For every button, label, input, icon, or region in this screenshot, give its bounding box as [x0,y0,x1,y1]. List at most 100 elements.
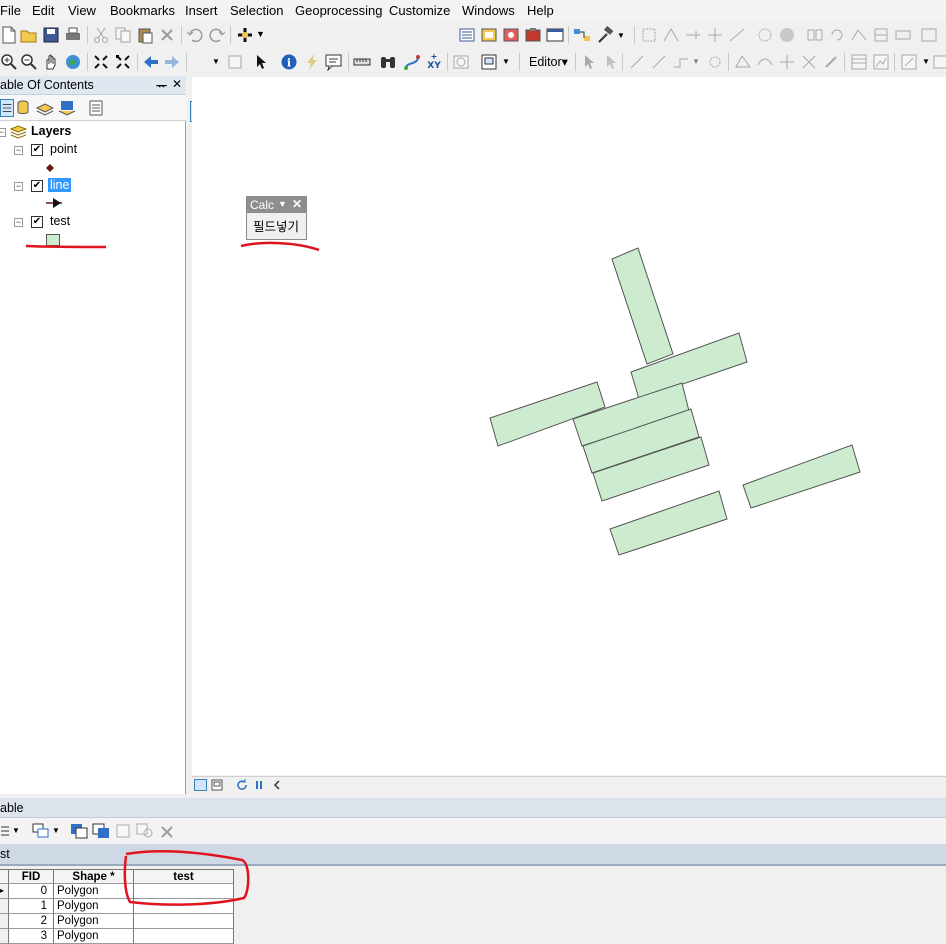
table-cell-fid[interactable]: 2 [9,914,54,929]
edit-vertices-icon[interactable] [734,53,752,71]
sketch-properties-icon[interactable] [872,53,890,71]
open-folder-icon[interactable] [20,26,38,44]
layout-view-icon[interactable] [211,779,223,791]
clear-selection-icon[interactable] [116,823,130,839]
cut-icon[interactable] [92,26,110,44]
reshape-icon[interactable] [850,26,868,44]
calc-field-button[interactable]: 필드넣기 [253,216,299,235]
line-layer-name[interactable]: line [48,178,72,192]
edit-tool-icon[interactable] [580,53,598,71]
switch-selection-icon[interactable] [92,823,110,839]
menu-edit[interactable]: Edit [32,3,54,18]
toolbar-overflow-icon[interactable]: ▼ [922,57,930,66]
table-tab-test[interactable]: st [0,847,10,861]
arctoolbox-icon[interactable] [524,26,542,44]
select-elements-arrow-icon[interactable] [252,53,270,71]
html-popup-icon[interactable] [325,53,343,71]
paste-icon[interactable] [136,26,154,44]
table-cell-shape[interactable]: Polygon [54,914,134,929]
line-layer-visibility-checkbox[interactable]: ✔ [31,180,43,192]
list-by-visibility-icon[interactable] [36,99,54,117]
chevron-down-icon[interactable]: ▼ [502,57,510,66]
clear-selection-icon[interactable] [226,53,244,71]
menu-selection[interactable]: Selection [230,3,283,18]
copy-icon[interactable] [114,26,132,44]
go-to-xy-icon[interactable]: XY [425,53,443,71]
chevron-down-icon[interactable]: ▼ [212,57,220,66]
chevron-down-icon[interactable]: ▼ [278,199,287,209]
zoom-in-icon[interactable] [0,53,18,71]
new-document-icon[interactable] [0,26,18,44]
menu-help[interactable]: Help [527,3,554,18]
calc-toolbar-titlebar[interactable]: Calc ▼ ✕ [247,197,306,213]
reshape-feature-icon[interactable] [756,53,774,71]
redo-icon[interactable] [208,26,226,44]
merge-icon[interactable] [894,26,912,44]
time-slider-icon[interactable] [452,53,470,71]
go-back-arrow-icon[interactable] [142,53,160,71]
rotate-tool-icon[interactable] [828,26,846,44]
vertex-edit-icon[interactable] [662,26,680,44]
find-binoculars-icon[interactable] [379,53,397,71]
row-selector-header[interactable] [0,869,9,884]
related-tables-icon[interactable] [32,823,50,839]
table-of-contents-icon[interactable] [458,26,476,44]
python-window-icon[interactable] [546,26,564,44]
menu-customize[interactable]: Customize [389,3,450,18]
list-by-source-icon[interactable] [14,99,32,117]
toolbar-overflow-icon[interactable]: ▼ [617,31,625,40]
map-view[interactable] [192,77,946,775]
save-icon[interactable] [42,26,60,44]
chevron-down-icon[interactable]: ▼ [12,826,20,835]
menu-view[interactable]: View [68,3,96,18]
fixed-zoom-in-icon[interactable] [92,53,110,71]
chevron-down-icon[interactable]: ▼ [256,29,265,39]
delete-icon[interactable] [158,26,176,44]
point-layer-visibility-checkbox[interactable]: ✔ [31,144,43,156]
menu-windows[interactable]: Windows [462,3,515,18]
scroll-left-icon[interactable] [272,779,282,791]
union-icon[interactable] [920,26,938,44]
zoom-out-icon[interactable] [20,53,38,71]
zoom-to-selected-icon[interactable] [136,823,154,839]
test-layer-collapse-toggle[interactable]: − [14,218,23,227]
add-data-icon[interactable] [236,26,254,44]
close-icon[interactable]: ✕ [292,197,302,211]
fixed-zoom-out-icon[interactable] [114,53,132,71]
search-window-icon[interactable] [502,26,520,44]
pause-drawing-icon[interactable] [254,779,264,791]
chevron-down-icon[interactable]: ▼ [692,57,700,66]
layers-root-label[interactable]: Layers [31,124,71,138]
menu-insert[interactable]: Insert [185,3,218,18]
more-tools-icon[interactable] [932,53,946,71]
hyperlink-lightning-icon[interactable] [303,53,321,71]
test-layer-name[interactable]: test [50,214,70,228]
table-cell-test[interactable] [134,914,234,929]
topology-tool-icon[interactable] [640,26,658,44]
catalog-icon[interactable] [480,26,498,44]
table-cell-fid[interactable]: 1 [9,899,54,914]
line-layer-collapse-toggle[interactable]: − [14,182,23,191]
split-icon[interactable] [806,26,824,44]
delete-selected-icon[interactable] [160,823,174,839]
print-icon[interactable] [64,26,82,44]
pan-hand-icon[interactable] [42,53,60,71]
pin-icon[interactable]: ᅲ [156,77,167,94]
identify-icon[interactable]: i [280,53,298,71]
list-by-drawing-order-icon[interactable] [0,99,14,117]
create-viewer-window-icon[interactable] [480,53,498,71]
menu-bookmarks[interactable]: Bookmarks [110,3,175,18]
go-forward-arrow-icon[interactable] [163,53,181,71]
rotate-icon[interactable] [822,53,840,71]
point-layer-collapse-toggle[interactable]: − [14,146,23,155]
menu-file[interactable]: File [0,3,21,18]
editor-menu-button[interactable]: Editor▾ [529,54,568,69]
create-features-icon[interactable] [900,53,918,71]
cut-polygons-icon[interactable] [778,53,796,71]
globe-icon[interactable] [778,26,796,44]
full-extent-globe-icon[interactable] [64,53,82,71]
list-by-selection-icon[interactable] [58,99,76,117]
attributes-icon[interactable] [850,53,868,71]
data-view-button[interactable] [194,779,207,791]
end-point-arc-icon[interactable] [650,53,668,71]
